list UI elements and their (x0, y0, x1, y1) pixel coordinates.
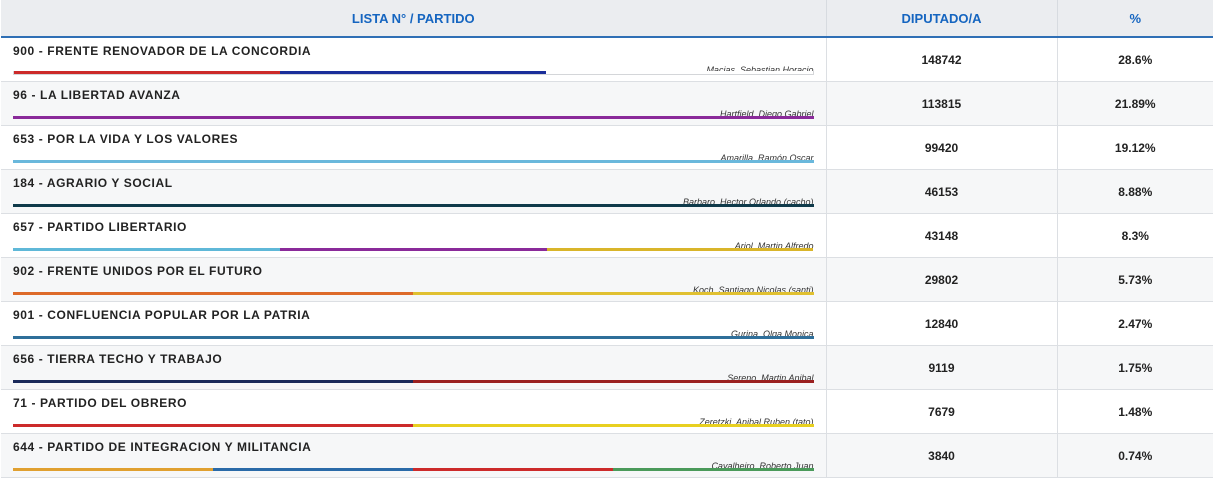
percent-cell: 21.89% (1057, 81, 1213, 126)
table-row: 653 - POR LA VIDA Y LOS VALORES Amarilla,… (1, 125, 1213, 170)
votes-cell: 99420 (826, 125, 1058, 170)
votes-cell: 148742 (826, 37, 1058, 82)
percent-cell: 8.88% (1057, 169, 1213, 214)
party-color-segment (546, 248, 814, 251)
party-name: 653 - POR LA VIDA Y LOS VALORES (13, 132, 239, 146)
column-header-percent[interactable]: % (1057, 0, 1213, 38)
percent-cell: 8.3% (1057, 213, 1213, 258)
party-color-bar (13, 336, 814, 339)
party-color-segment (546, 71, 813, 74)
party-name: 644 - PARTIDO DE INTEGRACION Y MILITANCI… (13, 440, 312, 454)
percent-cell: 2.47% (1057, 301, 1213, 346)
votes-cell: 3840 (826, 433, 1058, 478)
party-color-bar (13, 116, 814, 119)
party-color-segment (413, 424, 814, 427)
party-color-segment (13, 204, 814, 207)
party-color-segment (13, 292, 414, 295)
party-color-segment (280, 71, 547, 74)
party-color-segment (13, 380, 414, 383)
table-row: 656 - TIERRA TECHO Y TRABAJO Sereno, Mart… (1, 345, 1213, 390)
party-color-segment (413, 380, 814, 383)
party-cell: 96 - LA LIBERTAD AVANZA Hartfield, Diego … (1, 81, 827, 126)
table-row: 901 - CONFLUENCIA POPULAR POR LA PATRIA G… (1, 301, 1213, 346)
party-color-segment (13, 468, 214, 471)
table-row: 96 - LA LIBERTAD AVANZA Hartfield, Diego … (1, 81, 1213, 126)
column-header-votes[interactable]: DIPUTADO/A (826, 0, 1058, 38)
party-name: 96 - LA LIBERTAD AVANZA (13, 88, 181, 102)
percent-cell: 1.48% (1057, 389, 1213, 434)
party-color-bar (13, 248, 814, 251)
votes-cell: 9119 (826, 345, 1058, 390)
party-cell: 644 - PARTIDO DE INTEGRACION Y MILITANCI… (1, 433, 827, 478)
percent-cell: 19.12% (1057, 125, 1213, 170)
party-name: 657 - PARTIDO LIBERTARIO (13, 220, 187, 234)
party-cell: 656 - TIERRA TECHO Y TRABAJO Sereno, Mart… (1, 345, 827, 390)
table-header-row: LISTA N° / PARTIDO DIPUTADO/A % (1, 0, 1213, 38)
party-color-bar (13, 71, 814, 75)
percent-cell: 5.73% (1057, 257, 1213, 302)
votes-cell: 43148 (826, 213, 1058, 258)
party-name: 71 - PARTIDO DEL OBRERO (13, 396, 188, 410)
table-row: 71 - PARTIDO DEL OBRERO Zeretzki, Anibal … (1, 389, 1213, 434)
table-row: 184 - AGRARIO Y SOCIAL Barbaro, Hector Or… (1, 169, 1213, 214)
party-color-bar (13, 468, 814, 471)
party-color-bar (13, 424, 814, 427)
table-row: 902 - FRENTE UNIDOS POR EL FUTURO Koch, S… (1, 257, 1213, 302)
table-row: 900 - FRENTE RENOVADOR DE LA CONCORDIA Ma… (1, 37, 1213, 82)
party-cell: 900 - FRENTE RENOVADOR DE LA CONCORDIA Ma… (1, 37, 827, 82)
table-row: 657 - PARTIDO LIBERTARIO Arjol, Martin Al… (1, 213, 1213, 258)
party-name: 184 - AGRARIO Y SOCIAL (13, 176, 173, 190)
party-color-segment (13, 116, 814, 119)
votes-cell: 113815 (826, 81, 1058, 126)
votes-cell: 46153 (826, 169, 1058, 214)
percent-cell: 1.75% (1057, 345, 1213, 390)
party-color-bar (13, 160, 814, 163)
party-name: 901 - CONFLUENCIA POPULAR POR LA PATRIA (13, 308, 311, 322)
party-color-bar (13, 204, 814, 207)
party-color-segment (213, 468, 414, 471)
party-cell: 184 - AGRARIO Y SOCIAL Barbaro, Hector Or… (1, 169, 827, 214)
party-color-segment (13, 248, 280, 251)
votes-cell: 12840 (826, 301, 1058, 346)
party-cell: 653 - POR LA VIDA Y LOS VALORES Amarilla,… (1, 125, 827, 170)
party-name: 902 - FRENTE UNIDOS POR EL FUTURO (13, 264, 263, 278)
party-color-segment (413, 468, 614, 471)
table-row: 644 - PARTIDO DE INTEGRACION Y MILITANCI… (1, 433, 1213, 478)
party-name: 656 - TIERRA TECHO Y TRABAJO (13, 352, 223, 366)
party-color-bar (13, 292, 814, 295)
column-header-party[interactable]: LISTA N° / PARTIDO (1, 0, 827, 38)
party-color-segment (413, 292, 814, 295)
party-name: 900 - FRENTE RENOVADOR DE LA CONCORDIA (13, 44, 312, 58)
party-cell: 901 - CONFLUENCIA POPULAR POR LA PATRIA G… (1, 301, 827, 346)
party-color-bar (13, 380, 814, 383)
party-color-segment (613, 468, 814, 471)
party-color-segment (13, 160, 814, 163)
party-color-segment (13, 336, 814, 339)
votes-cell: 7679 (826, 389, 1058, 434)
party-cell: 902 - FRENTE UNIDOS POR EL FUTURO Koch, S… (1, 257, 827, 302)
party-color-segment (13, 424, 414, 427)
party-cell: 71 - PARTIDO DEL OBRERO Zeretzki, Anibal … (1, 389, 827, 434)
results-table: LISTA N° / PARTIDO DIPUTADO/A % 900 - FR… (1, 0, 1213, 478)
party-cell: 657 - PARTIDO LIBERTARIO Arjol, Martin Al… (1, 213, 827, 258)
party-color-segment (14, 71, 281, 74)
party-color-segment (279, 248, 547, 251)
percent-cell: 28.6% (1057, 37, 1213, 82)
percent-cell: 0.74% (1057, 433, 1213, 478)
votes-cell: 29802 (826, 257, 1058, 302)
